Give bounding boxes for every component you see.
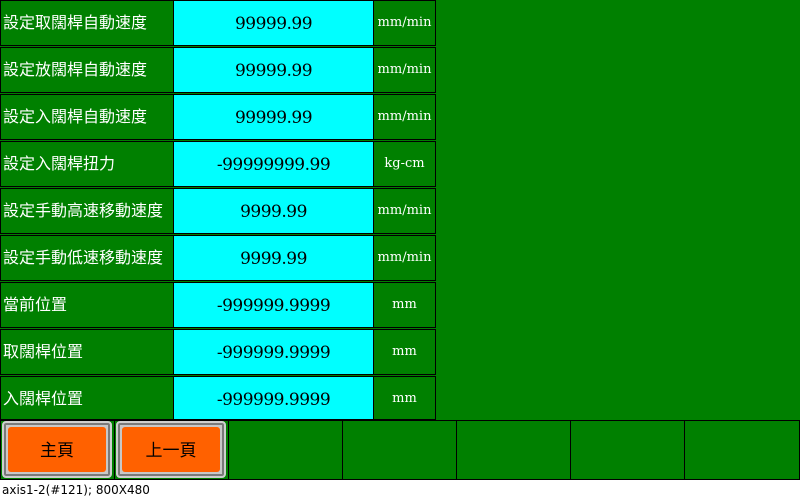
param-row-manual-high-speed: 設定手動高速移動速度 9999.99 mm/min	[0, 188, 436, 235]
param-row-manual-low-speed: 設定手動低速移動速度 9999.99 mm/min	[0, 235, 436, 282]
param-label: 設定放闊桿自動速度	[0, 47, 174, 93]
param-row-current-position: 當前位置 -999999.9999 mm	[0, 282, 436, 329]
hmi-screen: 設定取闊桿自動速度 99999.99 mm/min 設定放闊桿自動速度 9999…	[0, 0, 800, 480]
param-value-field[interactable]: -999999.9999	[173, 376, 374, 420]
param-value-field[interactable]: -99999999.99	[173, 141, 374, 187]
param-row-insert-position: 入闊桿位置 -999999.9999 mm	[0, 376, 436, 423]
param-unit: mm/min	[373, 188, 436, 234]
param-label: 當前位置	[0, 282, 174, 328]
status-caption: axis1-2(#121); 800X480	[0, 480, 800, 502]
softkey-slot	[456, 420, 571, 480]
param-label: 設定手動高速移動速度	[0, 188, 174, 234]
param-label: 設定入闊桿扭力	[0, 141, 174, 187]
param-value-field[interactable]: 99999.99	[173, 47, 374, 93]
softkey-slot	[228, 420, 343, 480]
param-unit: mm	[373, 376, 436, 420]
back-button-label: 上一頁	[122, 427, 220, 472]
param-unit: mm	[373, 282, 436, 328]
param-row-pick-position: 取闊桿位置 -999999.9999 mm	[0, 329, 436, 376]
param-row-insert-torque: 設定入闊桿扭力 -99999999.99 kg-cm	[0, 141, 436, 188]
softkey-slot	[342, 420, 457, 480]
back-button[interactable]: 上一頁	[116, 421, 226, 478]
param-unit: mm	[373, 329, 436, 375]
param-unit: kg-cm	[373, 141, 436, 187]
param-label: 設定入闊桿自動速度	[0, 94, 174, 140]
home-button[interactable]: 主頁	[2, 421, 112, 478]
param-row-release-speed: 設定放闊桿自動速度 99999.99 mm/min	[0, 47, 436, 94]
param-row-insert-speed: 設定入闊桿自動速度 99999.99 mm/min	[0, 94, 436, 141]
param-unit: mm/min	[373, 94, 436, 140]
param-label: 取闊桿位置	[0, 329, 174, 375]
param-label: 設定取闊桿自動速度	[0, 0, 174, 46]
softkey-slot	[684, 420, 800, 480]
param-row-pick-speed: 設定取闊桿自動速度 99999.99 mm/min	[0, 0, 436, 47]
param-label: 設定手動低速移動速度	[0, 235, 174, 281]
param-unit: mm/min	[373, 0, 436, 46]
param-label: 入闊桿位置	[0, 376, 174, 420]
param-value-field[interactable]: -999999.9999	[173, 282, 374, 328]
param-value-field[interactable]: 9999.99	[173, 235, 374, 281]
softkey-slot	[570, 420, 685, 480]
param-value-field[interactable]: -999999.9999	[173, 329, 374, 375]
param-unit: mm/min	[373, 47, 436, 93]
param-value-field[interactable]: 9999.99	[173, 188, 374, 234]
param-value-field[interactable]: 99999.99	[173, 0, 374, 46]
param-unit: mm/min	[373, 235, 436, 281]
param-value-field[interactable]: 99999.99	[173, 94, 374, 140]
home-button-label: 主頁	[8, 427, 106, 472]
